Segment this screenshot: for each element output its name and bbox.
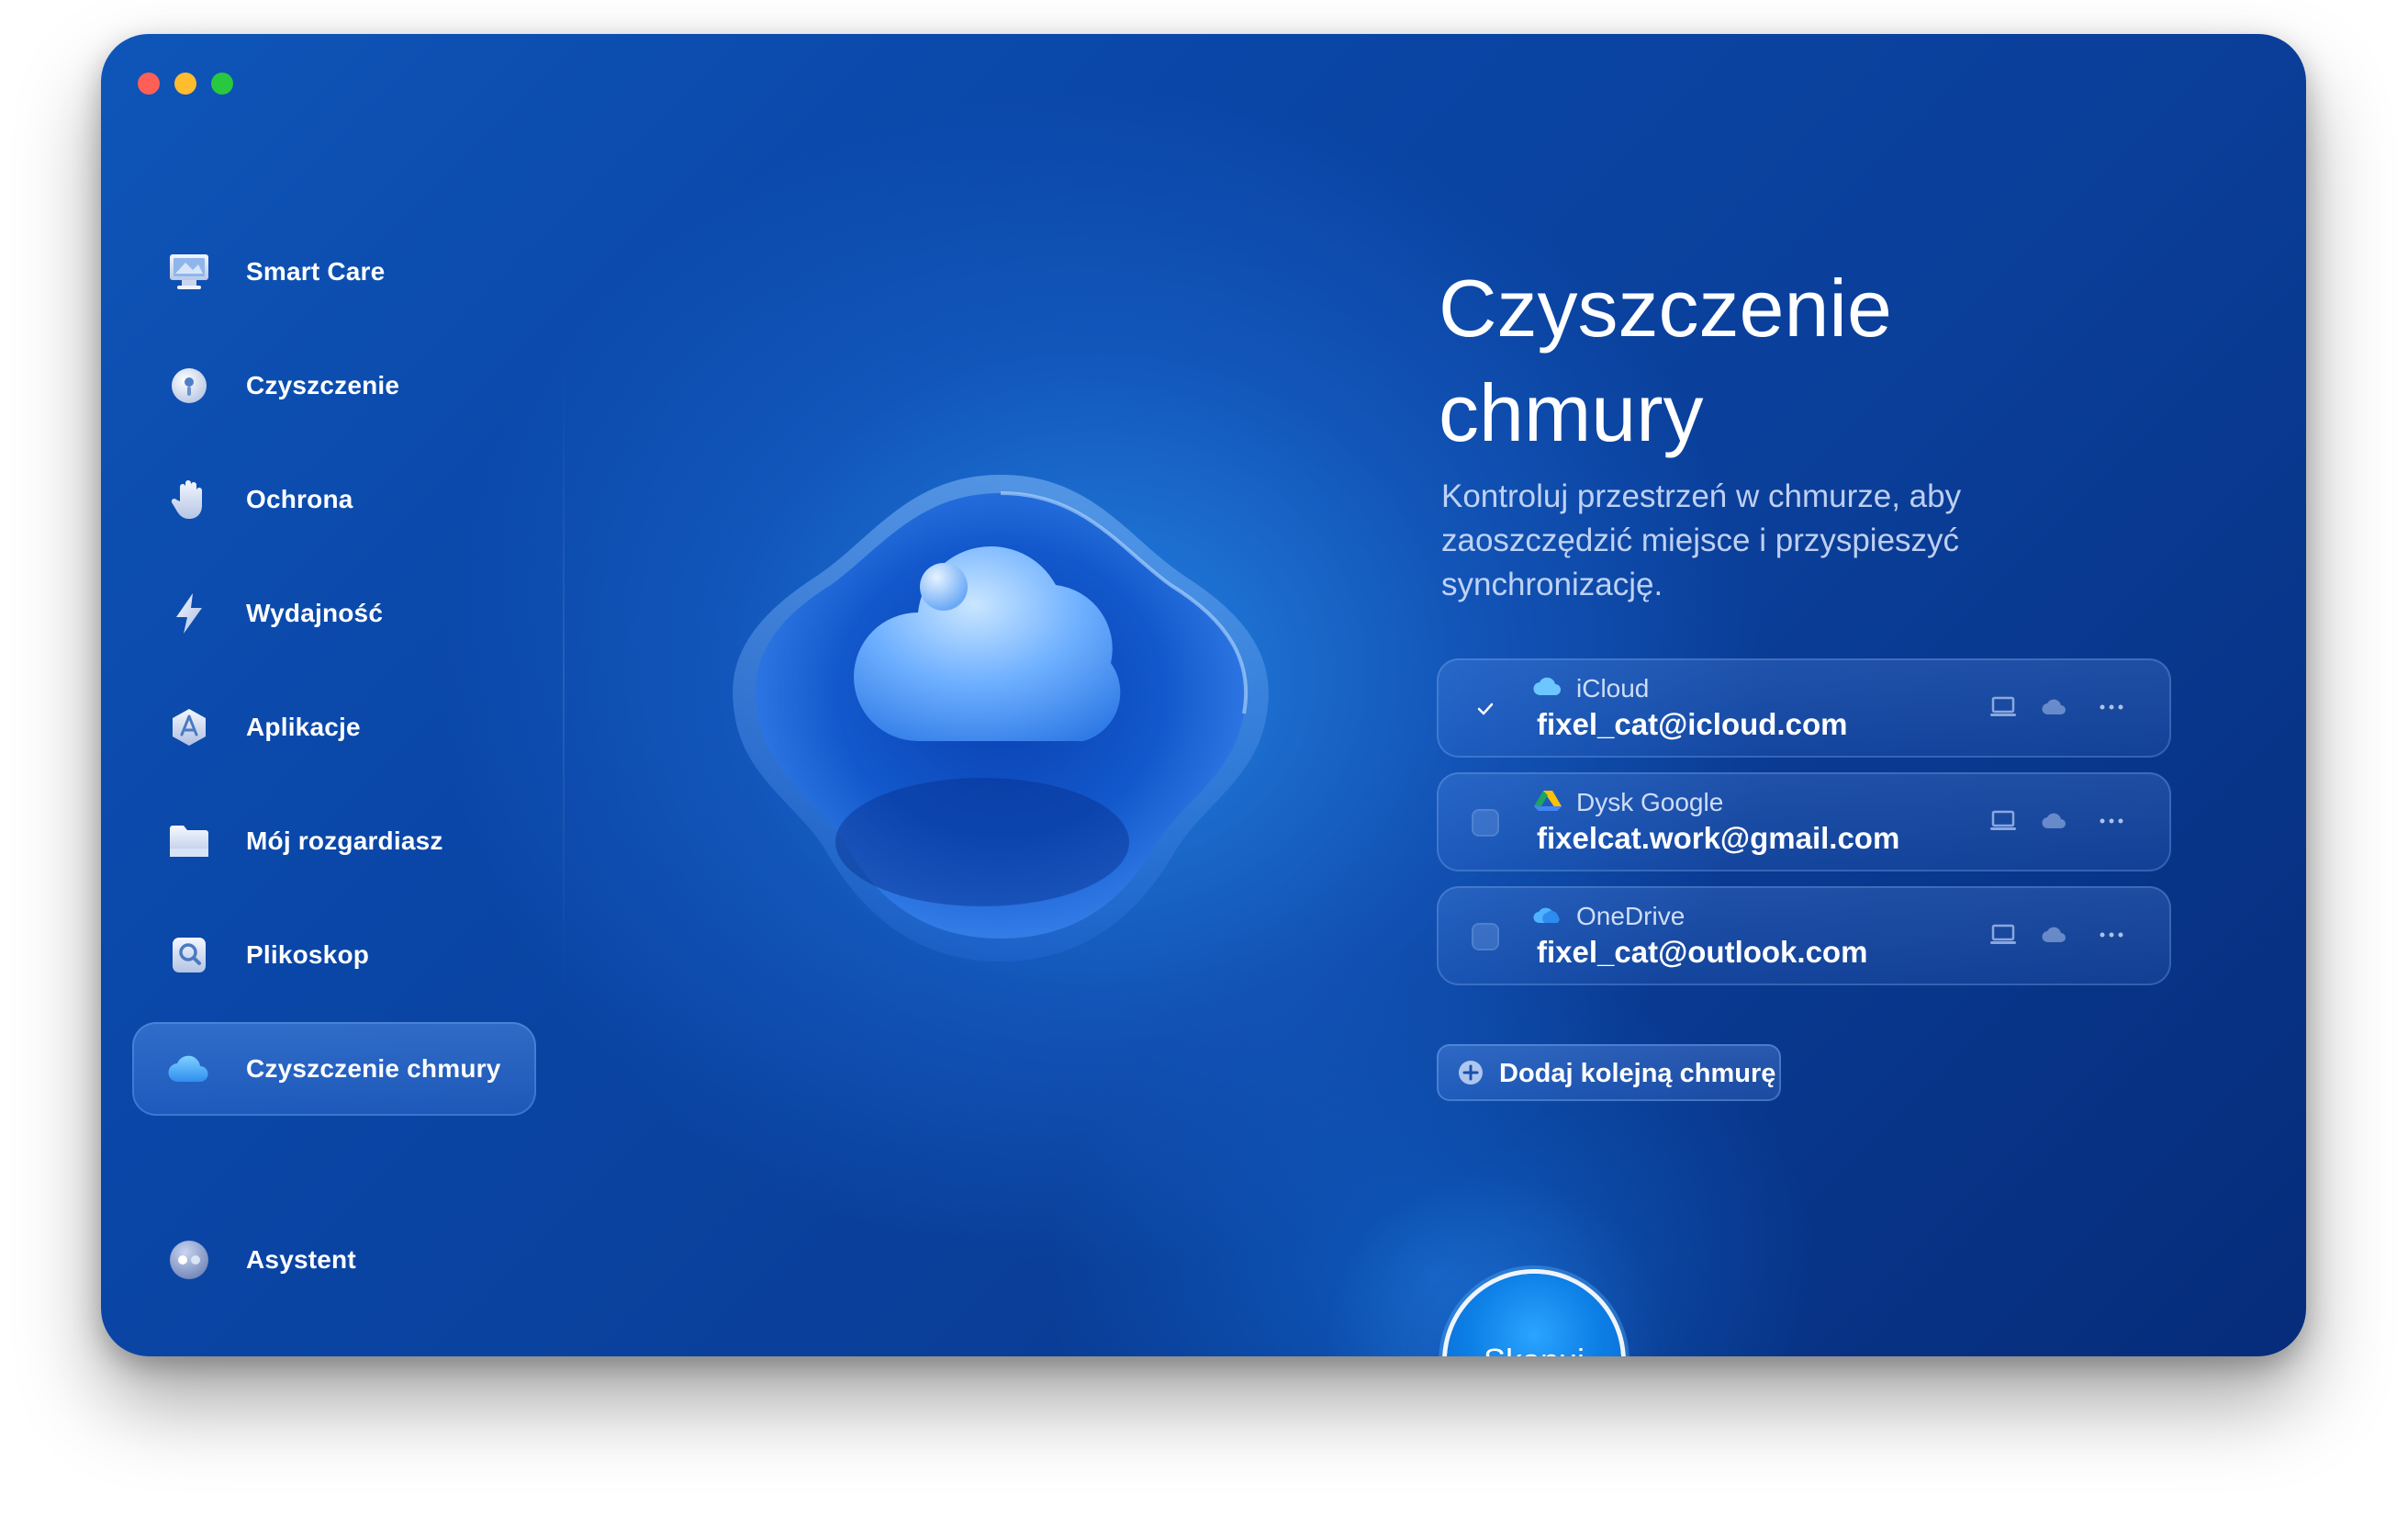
app-window: Smart Care Czyszczenie Ochrona Wydajność… — [101, 34, 2306, 1356]
space-lens-icon — [167, 933, 211, 977]
sidebar-item-label: Wydajność — [246, 599, 384, 627]
more-options-icon[interactable] — [2096, 805, 2127, 837]
cloud-account-row[interactable]: Dysk Google fixelcat.work@gmail.com — [1437, 772, 2171, 871]
assistant-label: Asystent — [246, 1245, 356, 1274]
subtitle-line: zaoszczędzić miejsce i przyspieszyć — [1441, 523, 1960, 558]
subtitle-line: Kontroluj przestrzeń w chmurze, aby — [1441, 478, 1962, 514]
add-cloud-label: Dodaj kolejną chmurę — [1499, 1059, 1776, 1088]
page-subtitle: Kontroluj przestrzeń w chmurze, aby zaos… — [1441, 475, 2047, 607]
onedrive-icon — [1532, 903, 1563, 927]
account-email: fixel_cat@outlook.com — [1537, 935, 1868, 969]
sidebar-item-label: Czyszczenie chmury — [246, 1054, 501, 1083]
sidebar-item-label: Mój rozgardiasz — [246, 826, 443, 855]
zoom-window-button[interactable] — [211, 73, 233, 95]
account-email: fixel_cat@icloud.com — [1537, 707, 1848, 741]
sidebar-item-aplikacje[interactable]: Aplikacje — [132, 680, 536, 774]
sidebar-item-wydajnosc[interactable]: Wydajność — [132, 567, 536, 660]
page-title-line: Czyszczenie — [1439, 263, 1892, 354]
scan-label: Skanuj — [1484, 1342, 1585, 1356]
cloud-status-icon[interactable] — [2039, 805, 2070, 837]
minimize-window-button[interactable] — [174, 73, 196, 95]
more-options-icon[interactable] — [2096, 691, 2127, 723]
sidebar-item-label: Aplikacje — [246, 713, 361, 741]
cloud-icon — [167, 1047, 211, 1091]
sidebar-item-czyszczenie-chmury[interactable]: Czyszczenie chmury — [132, 1022, 536, 1116]
hand-icon — [167, 478, 211, 522]
cloud-status-icon[interactable] — [2039, 919, 2070, 950]
service-name: OneDrive — [1576, 902, 1686, 930]
laptop-icon[interactable] — [1988, 691, 2019, 723]
lightning-icon — [167, 591, 211, 635]
google-drive-icon — [1532, 789, 1563, 813]
sidebar-item-label: Czyszczenie — [246, 371, 400, 399]
cloud-account-row[interactable]: OneDrive fixel_cat@outlook.com — [1437, 886, 2171, 985]
assistant-button[interactable]: Asystent — [132, 1219, 536, 1301]
sidebar-item-label: Ochrona — [246, 485, 353, 513]
page-title-line: chmury — [1439, 367, 1704, 458]
sidebar-item-ochrona[interactable]: Ochrona — [132, 453, 536, 546]
laptop-icon[interactable] — [1988, 805, 2019, 837]
sidebar-divider — [563, 355, 565, 998]
service-name: Dysk Google — [1576, 788, 1724, 816]
assistant-icon — [167, 1238, 211, 1282]
account-checkbox[interactable] — [1472, 695, 1499, 723]
plus-circle-icon — [1457, 1059, 1484, 1086]
close-window-button[interactable] — [138, 73, 160, 95]
sidebar-item-moj-rozgardiasz[interactable]: Mój rozgardiasz — [132, 794, 536, 888]
disk-icon — [167, 364, 211, 408]
folder-icon — [167, 819, 211, 863]
cloud-status-icon[interactable] — [2039, 691, 2070, 723]
cloud-account-row[interactable]: iCloud fixel_cat@icloud.com — [1437, 658, 2171, 758]
sidebar-item-plikoskop[interactable]: Plikoskop — [132, 908, 536, 1002]
cloud-illustration — [707, 438, 1294, 989]
sidebar: Smart Care Czyszczenie Ochrona Wydajność… — [132, 225, 536, 1136]
laptop-icon[interactable] — [1988, 919, 2019, 950]
page-title: Czyszczenie chmury — [1439, 256, 2081, 466]
cloud-accounts-list: iCloud fixel_cat@icloud.com Dysk Google … — [1437, 658, 2171, 1000]
account-checkbox[interactable] — [1472, 923, 1499, 950]
sidebar-item-smart-care[interactable]: Smart Care — [132, 225, 536, 319]
apps-icon — [167, 705, 211, 749]
sidebar-item-czyszczenie[interactable]: Czyszczenie — [132, 339, 536, 433]
account-checkbox[interactable] — [1472, 809, 1499, 837]
service-name: iCloud — [1576, 674, 1650, 703]
subtitle-line: synchronizację. — [1441, 567, 1663, 602]
window-controls — [138, 73, 233, 95]
account-email: fixelcat.work@gmail.com — [1537, 821, 1900, 855]
sidebar-item-label: Smart Care — [246, 257, 386, 286]
more-options-icon[interactable] — [2096, 919, 2127, 950]
add-cloud-button[interactable]: Dodaj kolejną chmurę — [1437, 1044, 1781, 1101]
sidebar-item-label: Plikoskop — [246, 940, 370, 969]
monitor-icon — [167, 250, 211, 294]
icloud-icon — [1532, 675, 1563, 699]
